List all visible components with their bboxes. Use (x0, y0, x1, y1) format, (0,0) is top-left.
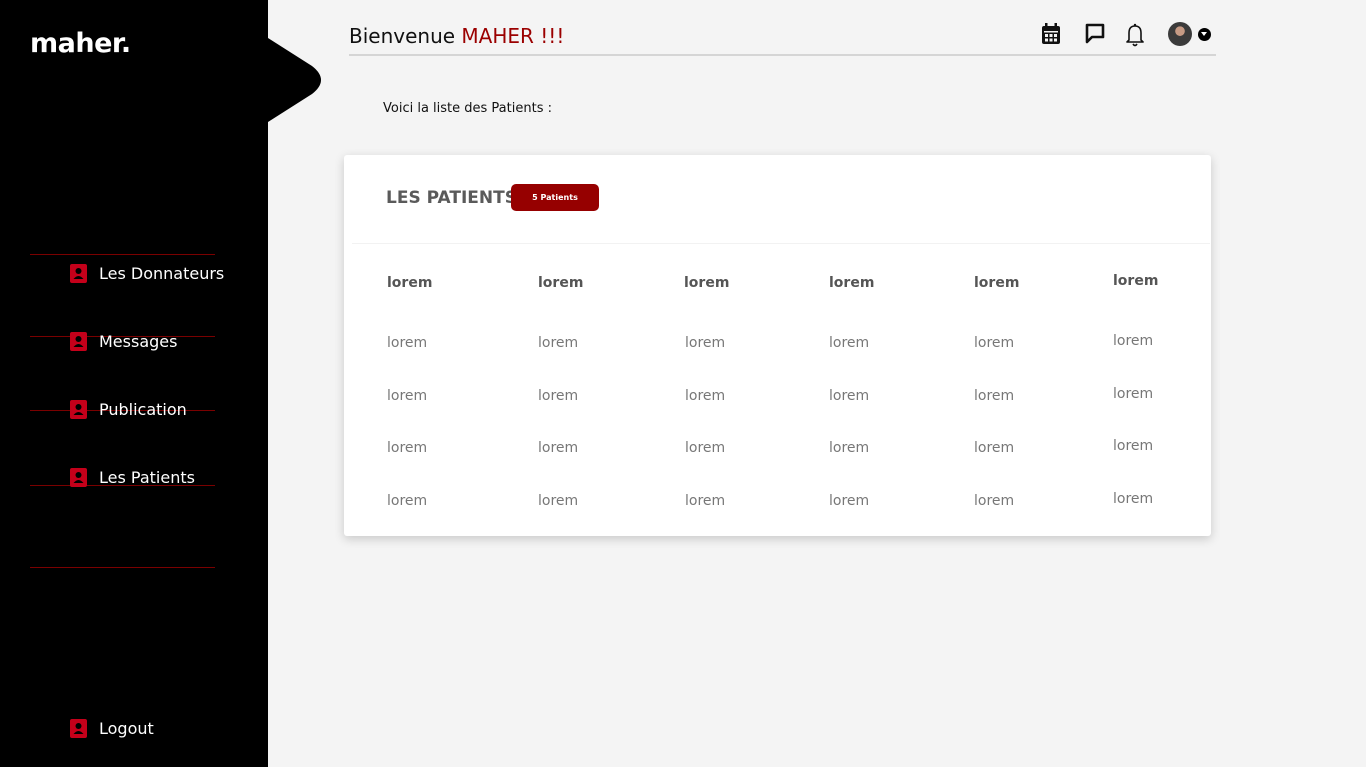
sidebar-item-publication[interactable]: Publication (70, 400, 187, 419)
table-cell: lorem (974, 388, 1015, 404)
table-cell: lorem (538, 440, 579, 456)
app-logo[interactable]: maher. (30, 28, 131, 59)
table-cell: lorem (829, 335, 870, 351)
logout-button[interactable]: Logout (70, 719, 154, 738)
table-cell: lorem (538, 335, 579, 351)
calendar-icon[interactable] (1041, 22, 1061, 46)
sidebar-item-label: Les Donnateurs (99, 264, 225, 283)
table-cell: lorem (685, 388, 726, 404)
contact-book-icon (70, 332, 87, 351)
table-cell: lorem (974, 335, 1015, 351)
welcome-heading: Bienvenue MAHER !!! (349, 24, 564, 48)
sidebar-item-messages[interactable]: Messages (70, 332, 177, 351)
avatar[interactable] (1168, 22, 1192, 46)
sidebar-item-label: Publication (99, 400, 187, 419)
column-header[interactable]: lorem (538, 275, 583, 291)
column-header[interactable]: lorem (1113, 273, 1158, 289)
contact-book-icon (70, 400, 87, 419)
chevron-down-icon[interactable] (1198, 28, 1211, 41)
table-cell: lorem (387, 440, 428, 456)
table-cell: lorem (538, 388, 579, 404)
table-cell: lorem (387, 493, 428, 509)
contact-book-icon (70, 264, 87, 283)
table-cell: lorem (829, 493, 870, 509)
greeting-text: Bienvenue (349, 24, 456, 48)
table-cell: lorem (1113, 491, 1154, 507)
header-divider (349, 54, 1216, 56)
column-header[interactable]: lorem (684, 275, 729, 291)
logout-label: Logout (99, 719, 154, 738)
sidebar-item-patients[interactable]: Les Patients (70, 468, 195, 487)
card-title: LES PATIENTS (386, 188, 517, 208)
nav-divider (30, 567, 215, 568)
table-cell: lorem (1113, 333, 1154, 349)
table-cell: lorem (1113, 386, 1154, 402)
column-header[interactable]: lorem (974, 275, 1019, 291)
sidebar-item-label: Les Patients (99, 468, 195, 487)
user-name: MAHER !!! (461, 24, 565, 48)
card-divider (352, 243, 1210, 244)
sidebar-item-donnateurs[interactable]: Les Donnateurs (70, 264, 224, 283)
sidebar: maher. Les Donnateurs Messages Publicati… (0, 0, 268, 767)
table-cell: lorem (829, 388, 870, 404)
table-cell: lorem (1113, 438, 1154, 454)
table-cell: lorem (829, 440, 870, 456)
sidebar-item-label: Messages (99, 332, 178, 351)
chat-icon[interactable] (1085, 22, 1105, 46)
table-cell: lorem (387, 335, 428, 351)
table-cell: lorem (974, 493, 1015, 509)
contact-book-icon (70, 719, 87, 738)
table-cell: lorem (685, 440, 726, 456)
sidebar-notch (268, 38, 321, 122)
column-header[interactable]: lorem (387, 275, 432, 291)
patients-card: LES PATIENTS 5 Patients lorem lorem lore… (344, 155, 1211, 536)
table-cell: lorem (974, 440, 1015, 456)
table-cell: lorem (685, 493, 726, 509)
bell-icon[interactable] (1125, 22, 1145, 48)
table-cell: lorem (685, 335, 726, 351)
intro-text: Voici la liste des Patients : (383, 101, 552, 116)
patient-count-badge: 5 Patients (511, 184, 599, 211)
column-header[interactable]: lorem (829, 275, 874, 291)
table-cell: lorem (538, 493, 579, 509)
contact-book-icon (70, 468, 87, 487)
table-cell: lorem (387, 388, 428, 404)
nav-divider (30, 254, 215, 255)
